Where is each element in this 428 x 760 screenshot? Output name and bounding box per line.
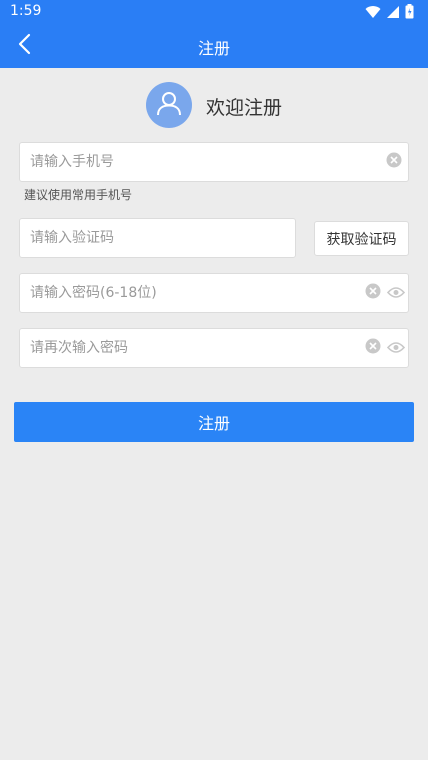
phone-hint: 建议使用常用手机号	[24, 188, 133, 202]
get-code-button[interactable]: 获取验证码	[314, 221, 409, 256]
eye-icon[interactable]	[386, 339, 406, 358]
confirm-password-input[interactable]	[30, 329, 330, 367]
clear-icon[interactable]	[365, 283, 381, 303]
avatar	[146, 82, 192, 128]
status-icons	[365, 4, 414, 19]
wifi-icon	[365, 5, 381, 19]
user-icon	[156, 90, 182, 120]
register-button[interactable]: 注册	[14, 402, 414, 442]
code-field	[19, 218, 296, 258]
clear-icon[interactable]	[365, 338, 381, 358]
eye-icon[interactable]	[386, 284, 406, 303]
page-title: 注册	[197, 39, 230, 58]
app-bar: 注册	[0, 24, 428, 68]
status-bar: 1:59	[0, 0, 428, 24]
clear-icon[interactable]	[386, 152, 402, 172]
signal-icon	[386, 5, 400, 19]
password-input[interactable]	[30, 274, 330, 312]
password-field	[19, 273, 409, 313]
welcome-header: 欢迎注册	[0, 80, 428, 130]
battery-icon	[405, 4, 414, 19]
phone-input[interactable]	[30, 143, 330, 181]
confirm-password-field	[19, 328, 409, 368]
status-time: 1:59	[10, 3, 42, 19]
welcome-text: 欢迎注册	[206, 97, 283, 119]
code-input[interactable]	[30, 219, 285, 257]
phone-field	[19, 142, 409, 182]
